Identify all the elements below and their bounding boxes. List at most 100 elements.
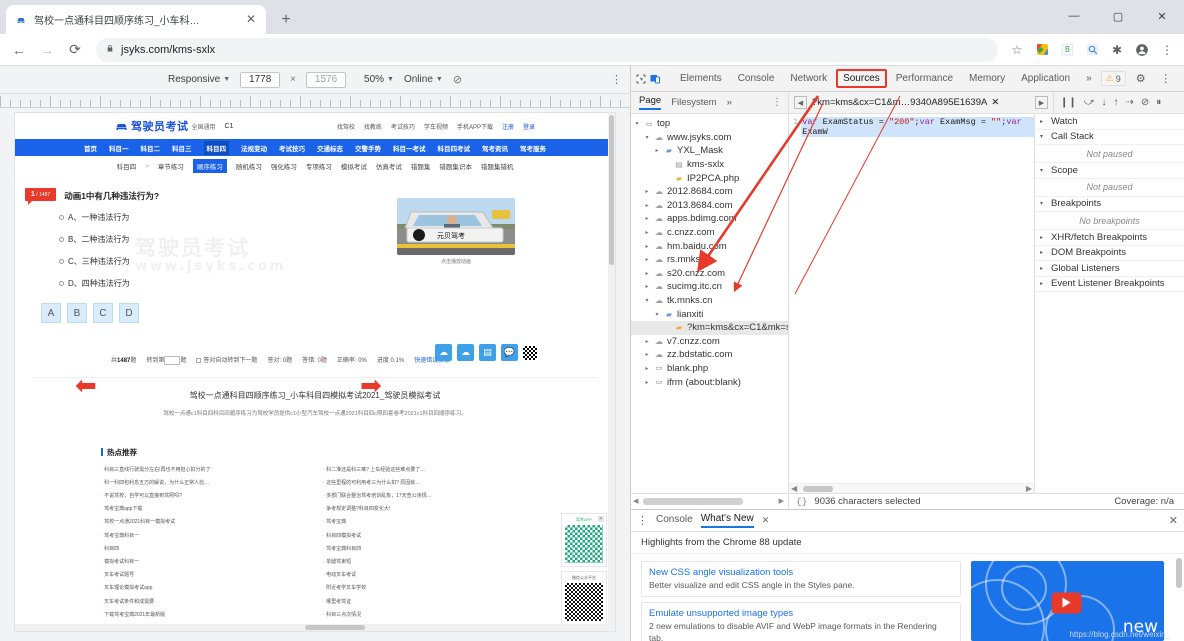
hot-link-right-11[interactable]: 科目三点次情况 xyxy=(323,611,535,618)
tree-twisty-icon[interactable]: ▸ xyxy=(643,256,651,263)
subnav-item-8[interactable]: 错题集识本 xyxy=(439,161,472,171)
option-c[interactable]: C、三种违法行为 xyxy=(59,256,615,267)
hot-link-right-4[interactable]: 驾考宝典 xyxy=(323,518,535,525)
tree-twisty-icon[interactable]: ▸ xyxy=(643,270,651,277)
subnav-item-0[interactable]: 章节练习 xyxy=(158,161,184,171)
tree-twisty-icon[interactable]: ▾ xyxy=(653,311,661,318)
devtools-tab-network[interactable]: Network xyxy=(783,69,834,88)
hot-link-left-3[interactable]: 驾考宝典app下载 xyxy=(101,505,313,512)
hot-link-right-5[interactable]: 科目四模拟考试 xyxy=(323,532,535,539)
play-button[interactable] xyxy=(1051,592,1081,613)
throttling-selector[interactable]: Online ▼ xyxy=(404,74,443,85)
disclosure-triangle-icon[interactable]: ▸ xyxy=(1040,118,1047,125)
tree-node-0[interactable]: ▾▭top xyxy=(631,117,788,131)
window-close-button[interactable]: ✕ xyxy=(1140,0,1184,32)
auto-next-group[interactable]: 答对自动转到下一题 xyxy=(196,355,257,364)
extension-translate-icon[interactable]: B xyxy=(1056,39,1078,61)
tree-node-4[interactable]: ▰IP2PCA.php xyxy=(631,171,788,185)
zoom-selector[interactable]: 50% ▼ xyxy=(364,74,394,85)
step-out-icon[interactable]: ↑ xyxy=(1113,97,1118,108)
top-link-3[interactable]: 学车视频 xyxy=(424,122,448,131)
tree-node-19[interactable]: ▸▭ifrm (about:blank) xyxy=(631,375,788,389)
back-button[interactable]: ← xyxy=(6,37,32,63)
tree-node-1[interactable]: ▾☁www.jsyks.com xyxy=(631,131,788,145)
scroll-left-arrow[interactable]: ◀ xyxy=(791,484,797,493)
hot-link-left-6[interactable]: 科目四 xyxy=(101,545,313,552)
debug-pane-2[interactable]: ▾Scope xyxy=(1035,163,1184,179)
top-link-1[interactable]: 找教练 xyxy=(364,122,382,131)
subnav-item-3[interactable]: 强化练习 xyxy=(271,161,297,171)
subnav-item-9[interactable]: 错题集错机 xyxy=(481,161,514,171)
devtools-tab-performance[interactable]: Performance xyxy=(889,69,960,88)
tree-node-17[interactable]: ▸☁zz.bdstatic.com xyxy=(631,348,788,362)
tree-twisty-icon[interactable]: ▸ xyxy=(643,365,651,372)
top-link-4[interactable]: 手机APP下载 xyxy=(457,122,493,131)
debug-pane-4[interactable]: ▸XHR/fetch Breakpoints xyxy=(1035,230,1184,246)
cloud-upload-icon[interactable]: ☁ xyxy=(435,344,452,361)
hot-link-left-10[interactable]: 叉车考试条件和成需要 xyxy=(101,598,313,605)
nav-item-12[interactable]: 驾考服务 xyxy=(520,143,546,153)
tree-node-10[interactable]: ▸☁rs.mnks.cn xyxy=(631,253,788,267)
whats-new-card-0[interactable]: New CSS angle visualization toolsBetter … xyxy=(641,561,961,597)
debug-pane-3[interactable]: ▾Breakpoints xyxy=(1035,197,1184,213)
top-link-5[interactable]: 注册 xyxy=(502,122,514,131)
no-throttling-icon[interactable]: ⊘ xyxy=(453,73,462,86)
drawer-close-icon[interactable]: ✕ xyxy=(1169,514,1178,527)
hot-link-left-7[interactable]: 模拟考试科目一 xyxy=(101,558,313,565)
nav-item-0[interactable]: 首页 xyxy=(84,143,97,153)
hot-link-right-8[interactable]: 电动叉车考试 xyxy=(323,571,535,578)
tree-twisty-icon[interactable]: ▸ xyxy=(643,188,651,195)
option-a[interactable]: A、一种违法行为 xyxy=(59,212,615,223)
pause-on-exceptions-icon[interactable]: ⏸ xyxy=(1156,97,1161,108)
whats-new-card-1[interactable]: Emulate unsupported image types2 new emu… xyxy=(641,602,961,641)
scroll-right-arrow[interactable]: ▶ xyxy=(779,497,784,505)
disclosure-triangle-icon[interactable]: ▾ xyxy=(1040,200,1047,207)
option-radio[interactable] xyxy=(59,215,64,220)
address-bar[interactable]: jsyks.com/kms-sxlx xyxy=(96,38,998,62)
step-icon[interactable]: ⇢ xyxy=(1125,97,1133,108)
hot-link-right-1[interactable]: 这些里程的可利用考三为什么扣? 原因就… xyxy=(323,479,535,486)
devtools-tab-elements[interactable]: Elements xyxy=(673,69,729,88)
hot-link-left-5[interactable]: 驾考宝典科目一 xyxy=(101,532,313,539)
window-minimize-button[interactable]: — xyxy=(1052,0,1096,32)
hot-link-left-9[interactable]: 叉车理论模拟考试app xyxy=(101,584,313,591)
tree-twisty-icon[interactable]: ▾ xyxy=(643,134,651,141)
chrome-menu-icon[interactable]: ⋮ xyxy=(1156,39,1178,61)
hot-link-right-6[interactable]: 驾考宝典科目四 xyxy=(323,545,535,552)
drawer-tab-console[interactable]: Console xyxy=(656,514,693,527)
nav-item-5[interactable]: 法规变动 xyxy=(241,143,267,153)
drawer-tab-close-icon[interactable]: ✕ xyxy=(762,515,770,526)
subnav-item-5[interactable]: 模拟考试 xyxy=(341,161,367,171)
answer-button-a[interactable]: A xyxy=(41,303,61,323)
tree-twisty-icon[interactable]: ▸ xyxy=(643,338,651,345)
answer-button-b[interactable]: B xyxy=(67,303,87,323)
tree-node-3[interactable]: ▤kms-sxlx xyxy=(631,158,788,172)
top-link-2[interactable]: 考试技巧 xyxy=(391,122,415,131)
tree-node-7[interactable]: ▸☁apps.bdimg.com xyxy=(631,212,788,226)
disclosure-triangle-icon[interactable]: ▸ xyxy=(1040,234,1047,241)
scroll-left-arrow[interactable]: ◀ xyxy=(633,497,638,505)
tree-twisty-icon[interactable]: ▸ xyxy=(643,351,651,358)
tree-node-15[interactable]: ▰?km=kms&cx=C1&mk=sxlx& xyxy=(631,321,788,335)
devtools-tabs-overflow[interactable]: » xyxy=(1079,69,1099,88)
question-image[interactable]: 元贝驾考 xyxy=(397,198,515,255)
tree-node-14[interactable]: ▾▰lianxiti xyxy=(631,307,788,321)
nav-item-11[interactable]: 驾考资讯 xyxy=(482,143,508,153)
star-icon[interactable]: ☆ xyxy=(1006,39,1028,61)
editor-tab[interactable]: ?km=kms&cx=C1&m…9340A895E1639A ✕ xyxy=(812,97,999,108)
profile-icon[interactable] xyxy=(1131,39,1153,61)
debug-pane-7[interactable]: ▸Event Listener Breakpoints xyxy=(1035,277,1184,293)
nav-item-2[interactable]: 科目二 xyxy=(141,143,161,153)
devtools-tab-application[interactable]: Application xyxy=(1014,69,1077,88)
tree-node-18[interactable]: ▸▭blank.php xyxy=(631,362,788,376)
hot-link-left-2[interactable]: 不说驾校，自学可以直接到驾照吗? xyxy=(101,492,313,499)
tree-horizontal-scrollbar[interactable]: ◀▶ xyxy=(631,494,789,509)
hot-link-right-3[interactable]: 争考规定调整?科目四变化大! xyxy=(323,505,535,512)
option-d[interactable]: D、四种违法行为 xyxy=(59,278,615,289)
hot-link-right-2[interactable]: 多部门联合整治驾考培训乱象，17天查公违规… xyxy=(323,492,535,499)
subnav-crumb[interactable]: 科目四 xyxy=(117,161,137,171)
nav-item-9[interactable]: 科目一考试 xyxy=(393,143,426,153)
subnav-item-1[interactable]: 顺序练习 xyxy=(193,159,227,173)
gear-icon[interactable]: ⚙ xyxy=(1131,69,1151,89)
tree-node-5[interactable]: ▸☁2012.8684.com xyxy=(631,185,788,199)
